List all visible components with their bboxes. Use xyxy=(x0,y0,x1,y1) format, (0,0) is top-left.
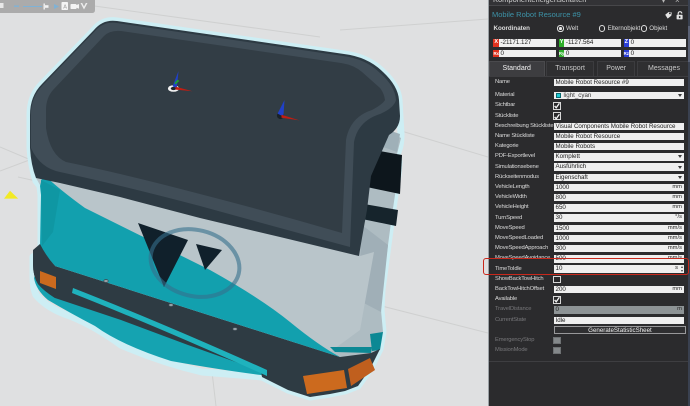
svg-text:A: A xyxy=(63,4,67,10)
